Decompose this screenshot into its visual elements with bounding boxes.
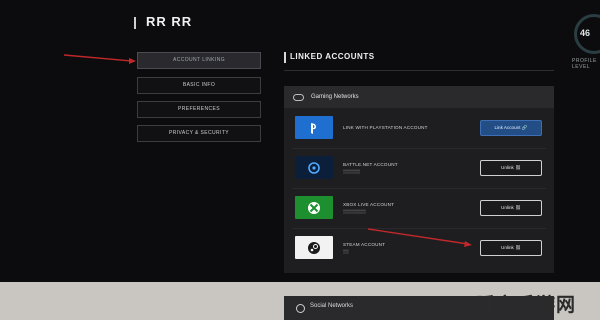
account-id-blurred: ▒▒▒▒▒▒ (343, 169, 361, 174)
button-label: Unlink (501, 165, 514, 170)
app-screen: RR RR 46 PROFILE LEVEL ACCOUNT LINKING B… (0, 0, 600, 320)
sidebar-item-basic-info[interactable]: BASIC INFO (137, 77, 261, 94)
button-label: Link Account (494, 125, 521, 130)
profile-level-value: 46 (580, 28, 591, 38)
section-accent-bar (284, 52, 286, 63)
unlink-xbox-button[interactable]: Unlink ⛓ (480, 200, 542, 216)
unlink-battlenet-button[interactable]: Unlink ⛓ (480, 160, 542, 176)
account-row-battlenet: BATTLE.NET ACCOUNT ▒▒▒▒▒▒ Unlink ⛓ (292, 152, 546, 184)
link-icon: 🔗 (521, 125, 528, 130)
xbox-logo-icon (295, 196, 333, 219)
sidebar-item-account-linking[interactable]: ACCOUNT LINKING (137, 52, 261, 69)
account-row-playstation: LINK WITH PLAYSTATION ACCOUNT Link Accou… (292, 112, 546, 144)
button-label: Unlink (501, 245, 514, 250)
steam-logo-icon (295, 236, 333, 259)
section-divider (284, 70, 554, 71)
unlink-icon: ⛓ (515, 205, 521, 210)
account-row-steam: STEAM ACCOUNT ▒▒ Unlink ⛓ (292, 232, 546, 264)
account-id-blurred: ▒▒▒▒▒▒▒▒ (343, 209, 366, 214)
sidebar-item-label: PRIVACY & SECURITY (168, 130, 230, 136)
unlink-icon: ⛓ (515, 245, 521, 250)
account-name: XBOX LIVE ACCOUNT (343, 202, 395, 207)
section-title: LINKED ACCOUNTS (290, 52, 375, 61)
gamepad-icon (293, 94, 304, 101)
gaming-networks-header: Gaming Networks (284, 86, 554, 108)
sidebar-item-preferences[interactable]: PREFERENCES (137, 101, 261, 118)
row-divider (292, 228, 546, 229)
profile-level-label: PROFILE LEVEL (572, 58, 597, 70)
row-divider (292, 188, 546, 189)
account-id-blurred: ▒▒ (343, 249, 349, 254)
account-row-xbox: XBOX LIVE ACCOUNT ▒▒▒▒▒▒▒▒ Unlink ⛓ (292, 192, 546, 224)
battlenet-logo-icon (295, 156, 333, 179)
unlink-icon: ⛓ (515, 165, 521, 170)
playstation-logo-icon (295, 116, 333, 139)
button-label: Unlink (501, 205, 514, 210)
sidebar-item-label: ACCOUNT LINKING (172, 57, 226, 63)
unlink-steam-button[interactable]: Unlink ⛓ (480, 240, 542, 256)
sidebar-item-privacy-security[interactable]: PRIVACY & SECURITY (137, 125, 261, 142)
sidebar-item-label: BASIC INFO (182, 82, 216, 88)
account-name: BATTLE.NET ACCOUNT (343, 162, 398, 167)
sidebar-item-label: PREFERENCES (178, 106, 220, 112)
panel-title: Gaming Networks (311, 94, 359, 100)
title-accent-bar (134, 17, 136, 29)
annotation-arrow-sidebar (63, 54, 133, 62)
social-panel-title: Social Networks (310, 303, 354, 309)
link-playstation-button[interactable]: Link Account 🔗 (480, 120, 542, 136)
row-divider (292, 148, 546, 149)
social-icon (296, 304, 305, 313)
account-name: STEAM ACCOUNT (343, 242, 386, 247)
profile-name: RR RR (146, 14, 193, 29)
watermark-text: 睡安手游网 (476, 294, 577, 316)
gaming-networks-panel: Gaming Networks LINK WITH PLAYSTATION AC… (284, 86, 554, 273)
account-name: LINK WITH PLAYSTATION ACCOUNT (343, 125, 428, 130)
